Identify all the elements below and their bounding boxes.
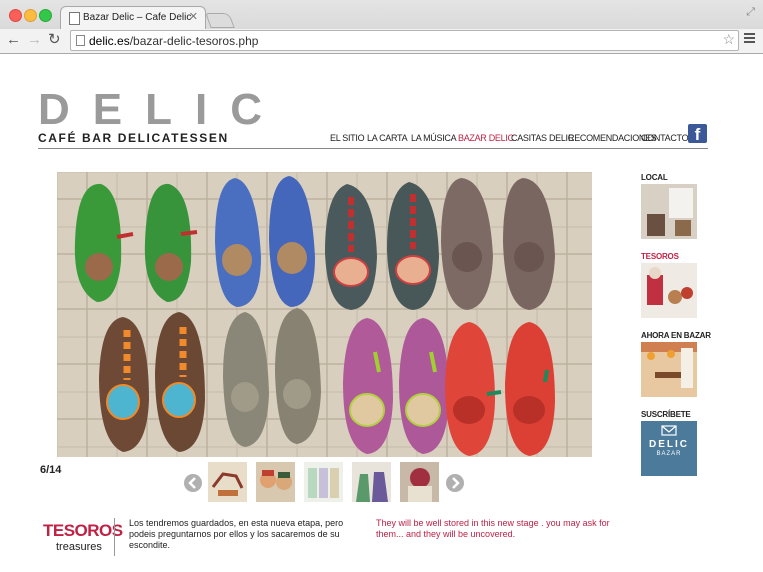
page-icon <box>69 12 80 25</box>
site-logo[interactable]: DELIC <box>38 88 285 132</box>
reload-icon[interactable]: ↻ <box>48 32 61 48</box>
back-arrow-icon[interactable]: ← <box>6 32 21 48</box>
gallery-prev-button[interactable] <box>184 474 202 492</box>
close-tab-icon[interactable]: ✕ <box>189 10 198 23</box>
browser-chrome: Bazar Delic – Cafe Delic ✕ ⤢ ← → ↻ delic… <box>0 0 763 54</box>
section-title: TESOROS <box>43 521 123 540</box>
gallery-thumbnail-3[interactable] <box>304 462 343 502</box>
gallery-thumbnail-4[interactable] <box>352 462 391 502</box>
gallery-main-image[interactable] <box>57 172 592 457</box>
page-icon <box>76 35 85 46</box>
bookmark-star-icon[interactable]: ☆ <box>722 31 735 48</box>
minimize-window-button[interactable] <box>24 9 37 22</box>
sidebar-item-ahora-en-bazar[interactable]: AHORA EN BAZAR <box>641 331 711 340</box>
section-divider <box>114 518 115 556</box>
description-spanish: Los tendremos guardados, en esta nueva e… <box>129 518 344 550</box>
nav-item-casitas-delic[interactable]: CASITAS DELIC <box>511 133 574 143</box>
header-divider <box>38 148 708 149</box>
gallery-counter: 6/14 <box>40 464 62 476</box>
nav-item-el-sitio[interactable]: EL SITIO <box>330 133 365 143</box>
gallery-thumbnail-1[interactable] <box>208 462 247 502</box>
sidebar-item-tesoros[interactable]: TESOROS <box>641 252 679 261</box>
fullscreen-icon[interactable]: ⤢ <box>746 6 755 19</box>
sidebar-image-ahora-en-bazar[interactable] <box>641 342 697 397</box>
subscribe-card-title: DELIC <box>649 439 689 450</box>
address-bar[interactable]: delic.es/bazar-delic-tesoros.php ☆ <box>70 30 739 51</box>
sidebar-item-local[interactable]: LOCAL <box>641 173 668 182</box>
sidebar-item-suscribete[interactable]: SUSCRÍBETE <box>641 410 691 419</box>
nav-item-la-carta[interactable]: LA CARTA <box>367 133 408 143</box>
new-tab-button[interactable] <box>205 13 235 28</box>
sidebar-image-local[interactable] <box>641 184 697 239</box>
gallery-thumbnail-2[interactable] <box>256 462 295 502</box>
chevron-right-icon <box>452 477 460 489</box>
subscribe-card-subtitle: BAZAR <box>656 451 682 457</box>
nav-item-la-musica[interactable]: LA MÚSICA <box>411 133 457 143</box>
tab-title: Bazar Delic – Cafe Delic <box>83 12 192 23</box>
nav-item-bazar-delic[interactable]: BAZAR DELIC <box>458 133 514 143</box>
main-navigation: EL SITIO LA CARTA LA MÚSICA BAZAR DELIC … <box>0 133 690 147</box>
gallery-next-button[interactable] <box>446 474 464 492</box>
nav-item-contacto[interactable]: CONTACTO <box>641 133 689 143</box>
chevron-left-icon <box>188 477 196 489</box>
browser-toolbar: ← → ↻ delic.es/bazar-delic-tesoros.php ☆ <box>0 29 763 53</box>
forward-arrow-icon[interactable]: → <box>27 32 42 48</box>
facebook-icon[interactable]: f <box>688 124 707 143</box>
gallery-thumbnail-5[interactable] <box>400 462 439 502</box>
subscribe-card[interactable]: DELIC BAZAR <box>641 421 697 476</box>
sidebar-image-tesoros[interactable] <box>641 263 697 318</box>
description-english: They will be well stored in this new sta… <box>376 518 610 539</box>
menu-icon[interactable] <box>744 33 755 45</box>
zoom-window-button[interactable] <box>39 9 52 22</box>
url-text: delic.es/bazar-delic-tesoros.php <box>89 34 259 48</box>
browser-tab[interactable]: Bazar Delic – Cafe Delic ✕ <box>60 6 206 29</box>
section-subtitle: treasures <box>56 541 102 553</box>
close-window-button[interactable] <box>9 9 22 22</box>
